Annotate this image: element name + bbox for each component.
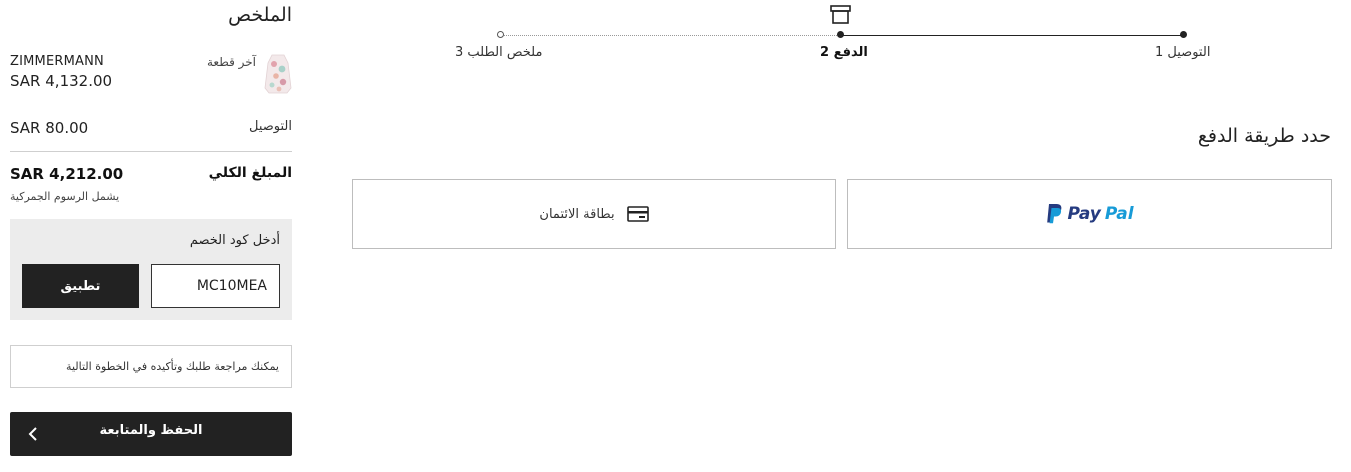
credit-card-icon	[626, 206, 649, 222]
total-value: SAR 4,212.00	[10, 165, 124, 183]
promo-code-section: أدخل كود الخصم تطبيق	[10, 219, 292, 320]
review-notice: يمكنك مراجعة طلبك وتأكيده في الخطوة التا…	[10, 345, 292, 388]
checkout-stepper: 3 ملخص الطلب 2 الدفع 1 التوصيل	[440, 0, 1240, 70]
last-piece-badge: آخر قطعة	[207, 55, 256, 69]
summary-title: الملخص	[228, 4, 292, 26]
save-continue-button[interactable]: الحفظ والمتابعة	[10, 412, 292, 456]
promo-code-input[interactable]	[151, 264, 280, 308]
step-payment: 2 الدفع	[820, 45, 868, 60]
package-icon	[830, 5, 851, 24]
shipping-value: SAR 80.00	[10, 119, 89, 137]
item-brand: ZIMMERMANN	[10, 54, 104, 69]
step-dot-delivery	[1180, 31, 1187, 38]
step-dot-summary	[497, 31, 504, 38]
credit-card-label: بطاقة الائتمان	[539, 206, 615, 222]
paypal-option[interactable]: Pay Pal	[847, 179, 1332, 249]
paypal-logo: Pay Pal	[1045, 203, 1134, 225]
stepper-line-complete	[841, 35, 1184, 36]
step-dot-payment	[837, 31, 844, 38]
step-delivery[interactable]: 1 التوصيل	[1155, 45, 1210, 60]
customs-note: يشمل الرسوم الجمركية	[10, 190, 120, 203]
total-label: المبلغ الكلي	[208, 165, 292, 181]
payment-method-title: حدد طريقة الدفع	[1197, 125, 1331, 147]
summary-divider	[10, 151, 292, 152]
paypal-text-pay: Pay	[1067, 204, 1101, 224]
apply-promo-button[interactable]: تطبيق	[22, 264, 139, 308]
promo-code-label: أدخل كود الخصم	[189, 233, 280, 248]
step-summary[interactable]: 3 ملخص الطلب	[455, 45, 542, 60]
product-thumbnail[interactable]	[263, 52, 293, 96]
credit-card-content: بطاقة الائتمان	[539, 206, 649, 222]
save-continue-label: الحفظ والمتابعة	[99, 423, 203, 438]
paypal-icon	[1047, 204, 1062, 224]
item-price: SAR 4,132.00	[10, 72, 113, 90]
stepper-line-pending	[501, 35, 841, 36]
credit-card-option[interactable]: بطاقة الائتمان	[352, 179, 836, 249]
shipping-label: التوصيل	[248, 119, 292, 134]
paypal-text-pal: Pal	[1104, 204, 1134, 224]
